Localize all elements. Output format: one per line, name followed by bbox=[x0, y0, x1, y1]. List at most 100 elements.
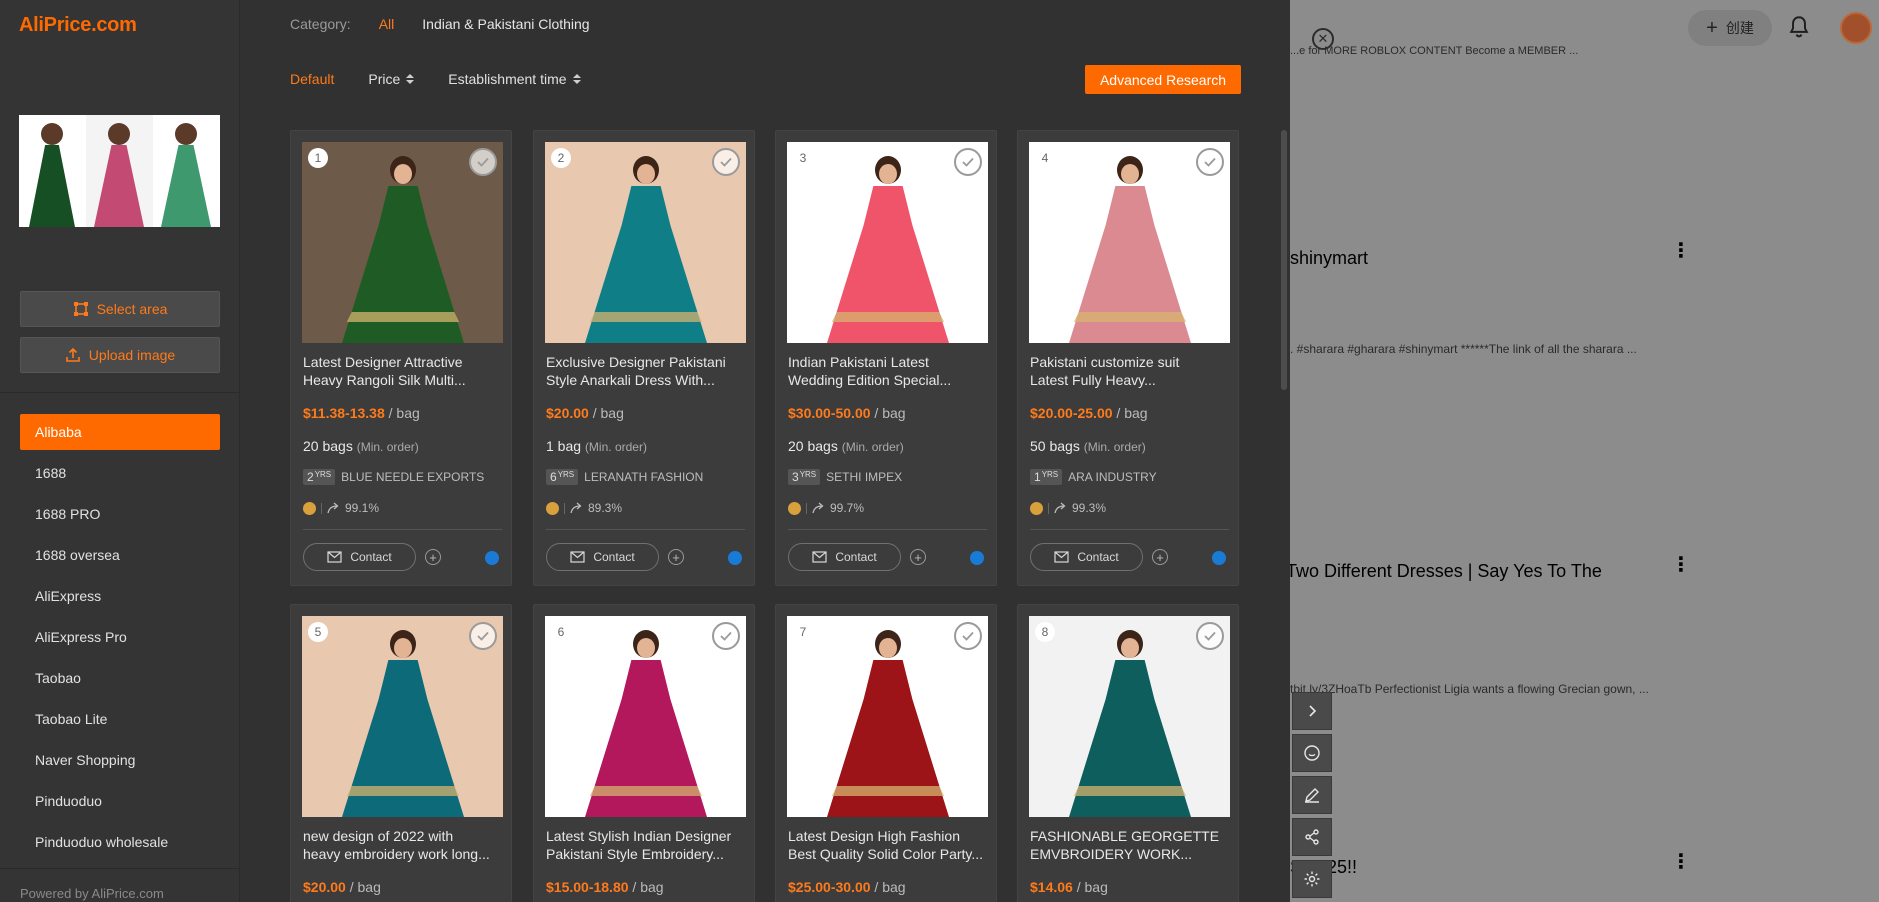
sort-default[interactable]: Default bbox=[290, 71, 334, 87]
select-check-icon[interactable] bbox=[1196, 622, 1224, 650]
chat-bubble-icon[interactable] bbox=[485, 551, 499, 565]
add-to-list-icon[interactable]: + bbox=[425, 549, 441, 565]
sort-establishment-time[interactable]: Establishment time bbox=[448, 71, 581, 87]
source-aliexpress[interactable]: AliExpress bbox=[20, 578, 220, 614]
product-title[interactable]: Latest Design High Fashion Best Quality S… bbox=[788, 827, 988, 863]
response-rate-icon bbox=[570, 502, 582, 514]
product-title[interactable]: Indian Pakistani Latest Wedding Edition S… bbox=[788, 353, 988, 389]
product-title[interactable]: Exclusive Designer Pakistani Style Anarka… bbox=[546, 353, 746, 389]
product-image[interactable]: 8 bbox=[1029, 616, 1230, 817]
product-title-line: Latest Fully Heavy... bbox=[1030, 372, 1156, 388]
more-options-icon[interactable]: ⋮ bbox=[1671, 555, 1691, 575]
product-image[interactable]: 4 bbox=[1029, 142, 1230, 343]
edit-icon bbox=[1305, 788, 1319, 803]
supplier-metrics: 99.1% bbox=[303, 501, 379, 515]
select-area-button[interactable]: Select area bbox=[20, 291, 220, 327]
scrollbar[interactable] bbox=[1281, 130, 1287, 390]
product-title[interactable]: Latest Designer Attractive Heavy Rangoli … bbox=[303, 353, 503, 389]
source-taobao[interactable]: Taobao bbox=[20, 660, 220, 696]
chat-bubble-icon[interactable] bbox=[728, 551, 742, 565]
source-naver-shopping[interactable]: Naver Shopping bbox=[20, 742, 220, 778]
contact-button[interactable]: Contact bbox=[788, 543, 901, 571]
sort-price[interactable]: Price bbox=[368, 71, 415, 87]
chat-tool[interactable] bbox=[1292, 734, 1332, 772]
product-title[interactable]: Latest Stylish Indian Designer Pakistani … bbox=[546, 827, 746, 863]
product-image[interactable]: 3 bbox=[787, 142, 988, 343]
chat-bubble-icon[interactable] bbox=[970, 551, 984, 565]
model-face bbox=[1121, 638, 1139, 658]
supplier-name[interactable]: BLUE NEEDLE EXPORTS bbox=[341, 470, 484, 484]
source-1688-pro[interactable]: 1688 PRO bbox=[20, 496, 220, 532]
more-options-icon[interactable]: ⋮ bbox=[1671, 241, 1691, 261]
more-options-icon[interactable]: ⋮ bbox=[1671, 852, 1691, 872]
supplier-name[interactable]: SETHI IMPEX bbox=[826, 470, 902, 484]
source-aliexpress-pro[interactable]: AliExpress Pro bbox=[20, 619, 220, 655]
product-price: $30.00-50.00 / bag bbox=[788, 405, 906, 421]
select-check-icon[interactable] bbox=[469, 148, 497, 176]
contact-button[interactable]: Contact bbox=[303, 543, 416, 571]
select-check-icon[interactable] bbox=[1196, 148, 1224, 176]
years-value: 1 bbox=[1034, 470, 1041, 484]
sort-price-label: Price bbox=[368, 71, 401, 87]
chat-bubble-icon[interactable] bbox=[1212, 551, 1226, 565]
divider bbox=[546, 529, 745, 530]
logo[interactable]: AliPrice.com bbox=[19, 14, 137, 37]
select-check-icon[interactable] bbox=[954, 148, 982, 176]
add-to-list-icon[interactable]: + bbox=[668, 549, 684, 565]
divider bbox=[1030, 529, 1229, 530]
edit-tool[interactable] bbox=[1292, 776, 1332, 814]
product-image[interactable]: 1 bbox=[302, 142, 503, 343]
source-pinduoduo[interactable]: Pinduoduo bbox=[20, 783, 220, 819]
supplier-name[interactable]: LERANATH FASHION bbox=[584, 470, 703, 484]
add-to-list-icon[interactable]: + bbox=[910, 549, 926, 565]
avatar[interactable] bbox=[1840, 12, 1872, 44]
select-check-icon[interactable] bbox=[954, 622, 982, 650]
bg-title-2[interactable]: Two Different Dresses | Say Yes To The bbox=[1286, 561, 1602, 582]
product-image[interactable]: 2 bbox=[545, 142, 746, 343]
settings-tool[interactable] bbox=[1292, 860, 1332, 898]
source-1688[interactable]: 1688 bbox=[20, 455, 220, 491]
product-title[interactable]: Pakistani customize suit Latest Fully Hea… bbox=[1030, 353, 1230, 389]
powered-by[interactable]: Powered by AliPrice.com bbox=[20, 886, 164, 901]
product-card[interactable]: 2 Exclusive Designer Pakistani Style Anark… bbox=[533, 130, 755, 586]
source-taobao-lite[interactable]: Taobao Lite bbox=[20, 701, 220, 737]
upload-image-button[interactable]: Upload image bbox=[20, 337, 220, 373]
source-alibaba[interactable]: Alibaba bbox=[20, 414, 220, 450]
select-check-icon[interactable] bbox=[712, 622, 740, 650]
create-button[interactable]: + 创建 bbox=[1688, 10, 1772, 46]
bell-icon[interactable] bbox=[1786, 14, 1812, 40]
years-value: 2 bbox=[307, 470, 314, 484]
source-1688-oversea[interactable]: 1688 oversea bbox=[20, 537, 220, 573]
product-card[interactable]: 1 Latest Designer Attractive Heavy Rangoli… bbox=[290, 130, 512, 586]
product-card[interactable]: 8 FASHIONABLE GEORGETTE EMVBROIDERY WORK..… bbox=[1017, 604, 1239, 902]
select-check-icon[interactable] bbox=[469, 622, 497, 650]
product-image[interactable]: 7 bbox=[787, 616, 988, 817]
collapse-tool[interactable] bbox=[1292, 692, 1332, 730]
source-pinduoduo-wholesale[interactable]: Pinduoduo wholesale bbox=[20, 824, 220, 860]
select-check-icon[interactable] bbox=[712, 148, 740, 176]
contact-button[interactable]: Contact bbox=[546, 543, 659, 571]
product-card[interactable]: 6 Latest Stylish Indian Designer Pakistani… bbox=[533, 604, 755, 902]
bg-title-1[interactable]: shinymart bbox=[1290, 248, 1368, 269]
product-card[interactable]: 3 Indian Pakistani Latest Wedding Edition … bbox=[775, 130, 997, 586]
contact-button[interactable]: Contact bbox=[1030, 543, 1143, 571]
product-title-line: Best Quality Solid Color Party... bbox=[788, 846, 984, 862]
dress-embroidery bbox=[1073, 312, 1187, 322]
category-indian-pakistani[interactable]: Indian & Pakistani Clothing bbox=[422, 16, 589, 32]
share-tool[interactable] bbox=[1292, 818, 1332, 856]
product-title[interactable]: FASHIONABLE GEORGETTE EMVBROIDERY WORK... bbox=[1030, 827, 1230, 863]
advanced-research-button[interactable]: Advanced Research bbox=[1085, 65, 1241, 94]
product-price: $11.38-13.38 / bag bbox=[303, 405, 420, 421]
upload-image-label: Upload image bbox=[88, 347, 176, 363]
add-to-list-icon[interactable]: + bbox=[1152, 549, 1168, 565]
product-image[interactable]: 5 bbox=[302, 616, 503, 817]
product-title[interactable]: new design of 2022 with heavy embroidery … bbox=[303, 827, 503, 863]
supplier-name[interactable]: ARA INDUSTRY bbox=[1068, 470, 1156, 484]
product-title-line: Pakistani Style Embroidery... bbox=[546, 846, 724, 862]
product-image[interactable]: 6 bbox=[545, 616, 746, 817]
product-card[interactable]: 5 new design of 2022 with heavy embroidery… bbox=[290, 604, 512, 902]
sidebar: AliPrice.com Select area Upload image Al… bbox=[0, 0, 240, 902]
product-card[interactable]: 4 Pakistani customize suit Latest Fully He… bbox=[1017, 130, 1239, 586]
category-all[interactable]: All bbox=[379, 16, 395, 32]
product-card[interactable]: 7 Latest Design High Fashion Best Quality … bbox=[775, 604, 997, 902]
